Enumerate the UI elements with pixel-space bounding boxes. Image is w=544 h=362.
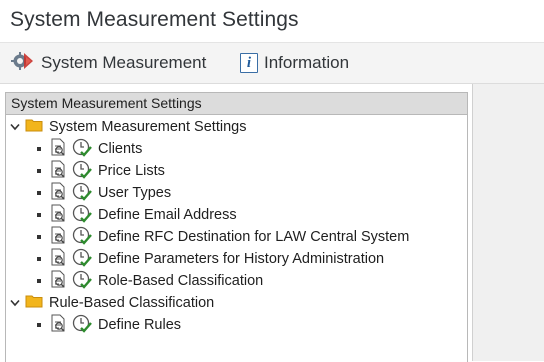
tree-bullet xyxy=(37,323,41,327)
tree-item-define-email-address[interactable]: Define Email Address xyxy=(6,204,237,226)
tree-header: System Measurement Settings xyxy=(6,93,467,115)
tree-item-price-lists[interactable]: Price Lists xyxy=(6,160,165,182)
tree-item-label: Define Parameters for History Administra… xyxy=(98,251,385,267)
execute-activity-icon[interactable] xyxy=(72,247,92,271)
tree-item-label: Define Rules xyxy=(98,317,182,333)
folder-open-icon xyxy=(25,118,43,136)
tree-item-define-rules[interactable]: Define Rules xyxy=(6,314,181,336)
expand-chevron-icon[interactable] xyxy=(8,299,22,307)
page-title: System Measurement Settings xyxy=(10,8,299,31)
settings-tree-panel: System Measurement Settings System Measu… xyxy=(5,92,468,362)
documentation-icon[interactable] xyxy=(50,138,66,160)
tree-item-label: Clients xyxy=(98,141,143,157)
tree-bullet xyxy=(37,279,41,283)
documentation-icon[interactable] xyxy=(50,182,66,204)
tree-bullet xyxy=(37,235,41,239)
tree-item-define-rfc-destination[interactable]: Define RFC Destination for LAW Central S… xyxy=(6,226,409,248)
tree-bullet xyxy=(37,257,41,261)
information-button[interactable]: i Information xyxy=(240,50,349,76)
tree-item-label: Price Lists xyxy=(98,163,165,179)
tree-bullet xyxy=(37,191,41,195)
execute-activity-icon[interactable] xyxy=(72,269,92,293)
tree-bullet xyxy=(37,169,41,173)
expand-chevron-icon[interactable] xyxy=(8,123,22,131)
documentation-icon[interactable] xyxy=(50,204,66,226)
documentation-icon[interactable] xyxy=(50,226,66,248)
tree-item-label: Define Email Address xyxy=(98,207,237,223)
tree-bullet xyxy=(37,147,41,151)
documentation-icon[interactable] xyxy=(50,248,66,270)
tree-item-define-history-parameters[interactable]: Define Parameters for History Administra… xyxy=(6,248,384,270)
folder-open-icon xyxy=(25,294,43,312)
execute-activity-icon[interactable] xyxy=(72,159,92,183)
application-toolbar: System Measurement i Information xyxy=(0,43,544,84)
tree-item-label: Define RFC Destination for LAW Central S… xyxy=(98,229,410,245)
tree-folder-system-measurement-settings[interactable]: System Measurement Settings xyxy=(6,116,246,138)
information-label: Information xyxy=(264,53,350,72)
tree-item-role-based-classification[interactable]: Role-Based Classification xyxy=(6,270,263,292)
documentation-icon[interactable] xyxy=(50,160,66,182)
tree-folder-label: Rule-Based Classification xyxy=(49,295,215,311)
execute-activity-icon[interactable] xyxy=(72,203,92,227)
tree-folder-label: System Measurement Settings xyxy=(49,119,247,135)
execute-activity-icon[interactable] xyxy=(72,137,92,161)
title-bar: System Measurement Settings xyxy=(0,0,544,43)
info-icon: i xyxy=(240,53,258,73)
tree-item-label: Role-Based Classification xyxy=(98,273,264,289)
system-measurement-button[interactable]: System Measurement xyxy=(11,50,206,76)
execute-activity-icon[interactable] xyxy=(72,181,92,205)
tree-folder-rule-based-classification[interactable]: Rule-Based Classification xyxy=(6,292,214,314)
tree-item-user-types[interactable]: User Types xyxy=(6,182,171,204)
execute-activity-icon[interactable] xyxy=(72,225,92,249)
documentation-icon[interactable] xyxy=(50,314,66,336)
tree-item-label: User Types xyxy=(98,185,172,201)
documentation-icon[interactable] xyxy=(50,270,66,292)
tree-bullet xyxy=(37,213,41,217)
system-measurement-label: System Measurement xyxy=(41,53,207,72)
execute-activity-icon[interactable] xyxy=(72,313,92,337)
content-area xyxy=(472,84,544,361)
system-measurement-icon xyxy=(11,50,35,77)
tree-item-clients[interactable]: Clients xyxy=(6,138,142,160)
